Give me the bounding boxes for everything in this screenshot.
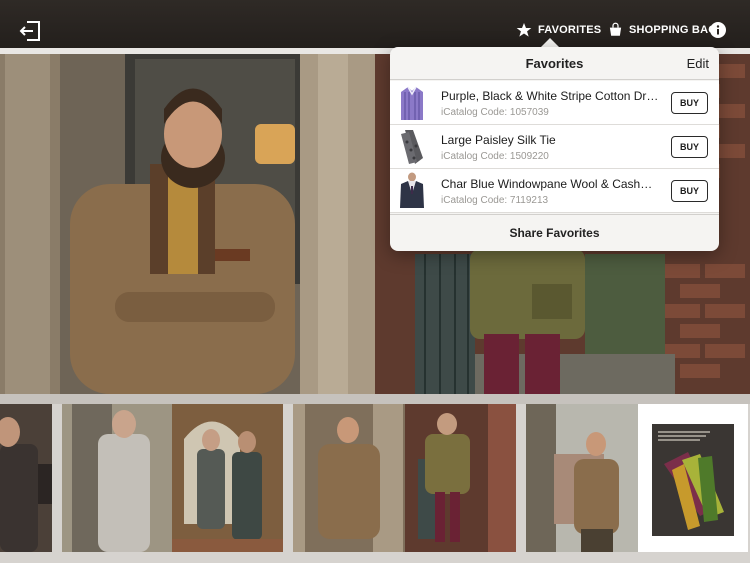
exit-icon [19, 21, 40, 41]
thumbnail-page-1[interactable] [0, 404, 52, 552]
thumbnail-page-3[interactable] [293, 404, 516, 552]
favorite-item-code: iCatalog Code: 7119213 [441, 195, 549, 206]
share-favorites-button[interactable]: Share Favorites [390, 214, 719, 251]
favorite-item-name[interactable]: Purple, Black & White Stripe Cotton Dres… [441, 89, 661, 103]
favorite-item-name[interactable]: Large Paisley Silk Tie [441, 133, 661, 147]
favorite-item-code: iCatalog Code: 1509220 [441, 151, 549, 162]
shopping-bag-button[interactable]: SHOPPING BAG [608, 22, 717, 37]
favorites-title: Favorites [525, 56, 584, 71]
info-icon [710, 22, 726, 38]
strip-divider [0, 394, 750, 404]
thumbnail-page-2[interactable] [62, 404, 283, 552]
buy-button[interactable]: BUY [671, 92, 708, 114]
thumbnail-page-5[interactable] [638, 404, 748, 552]
product-thumbnail-sport-coat[interactable] [397, 172, 427, 210]
thumbnail-page-4[interactable] [526, 404, 638, 552]
favorite-item[interactable]: Char Blue Windowpane Wool & Cashmere Spo… [390, 169, 719, 213]
favorites-button[interactable]: FAVORITES [516, 22, 601, 38]
favorite-item-code: iCatalog Code: 1057039 [441, 107, 549, 118]
star-icon [516, 23, 532, 37]
favorite-item[interactable]: Purple, Black & White Stripe Cotton Dres… [390, 81, 719, 125]
favorites-popover-header: Favorites Edit [390, 47, 719, 80]
product-thumbnail-tie[interactable] [397, 128, 427, 166]
top-toolbar: FAVORITES SHOPPING BAG [0, 0, 750, 48]
buy-button[interactable]: BUY [671, 180, 708, 202]
favorite-item-name[interactable]: Char Blue Windowpane Wool & Cashmere Spo… [441, 177, 661, 191]
shopping-bag-label: SHOPPING BAG [629, 23, 717, 36]
info-button[interactable] [710, 22, 726, 38]
favorites-popover: Favorites Edit Purple, Black & White Str… [390, 47, 719, 251]
exit-button[interactable] [18, 19, 42, 43]
favorite-item[interactable]: Large Paisley Silk Tie iCatalog Code: 15… [390, 125, 719, 169]
buy-button[interactable]: BUY [671, 136, 708, 158]
product-thumbnail-shirt[interactable] [397, 84, 427, 122]
favorites-label: FAVORITES [538, 24, 602, 36]
shopping-bag-icon [609, 22, 622, 36]
edit-button[interactable]: Edit [687, 56, 709, 71]
